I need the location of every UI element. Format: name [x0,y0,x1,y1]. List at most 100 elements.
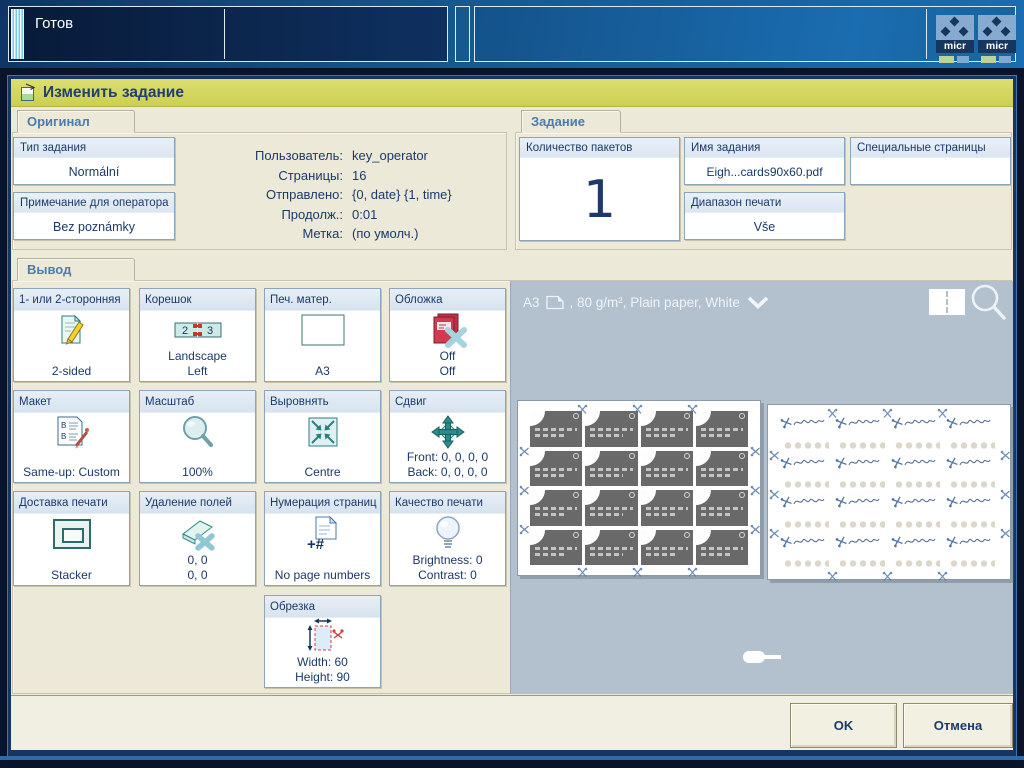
card-back-thumb [891,494,943,530]
status-spacer-box [455,6,470,62]
tile-value: Back: 0, 0, 0, 0 [390,465,505,480]
info-row: Пользователь:key_operator [151,148,503,168]
media-description: , 80 g/m², Plain paper, White [570,295,740,310]
crop-mark [632,402,643,420]
micr-divider [926,9,927,59]
magnifier-glass-icon [969,283,1007,321]
crop-mark [519,444,530,462]
card-front-thumb [696,411,748,447]
tab-original: Оригинал [17,110,135,133]
preview-back-sheet[interactable] [767,404,1011,580]
tile-value: Width: 60 [265,655,380,670]
bulb-icon [390,516,505,551]
crop-mark [519,483,530,501]
tile-label: Печ. матер. [265,289,380,311]
tile-cover[interactable]: ОбложкаOffOff [389,288,506,382]
tile-trim[interactable]: ОбрезкаWidth: 60Height: 90 [264,595,381,688]
card-front-thumb [585,490,637,526]
card-back-thumb [891,455,943,491]
media-selector[interactable]: A3 , 80 g/m², Plain paper, White [523,291,776,313]
tile-align[interactable]: Выровнять Centre [264,390,381,483]
micr-indicator: micr [978,15,1016,64]
micr-level-bars [936,56,974,64]
crop-mark [577,565,588,583]
zoom-preview-button[interactable] [969,283,1007,321]
chevron-down-icon [746,296,770,309]
tile-binding[interactable]: Корешок23LandscapeLeft [139,288,256,382]
margin-erase-icon [140,516,255,551]
card-front-thumb [696,451,748,487]
tile-layout[interactable]: МакетBBSame-up: Custom [13,390,130,483]
info-row: Страницы:16 [151,168,503,188]
svg-text:B: B [61,421,66,430]
card-front-thumb [641,411,693,447]
tile-value: 0, 0 [140,553,255,568]
tile-shift[interactable]: Сдвиг Front: 0, 0, 0, 0Back: 0, 0, 0, 0 [389,390,506,483]
svg-text:B: B [61,432,66,441]
tile-value: Brightness: 0 [390,553,505,568]
card-back-thumb [946,494,998,530]
tile-media[interactable]: Печ. матер.A3 [264,288,381,382]
layout-icon: BB [14,415,129,448]
crop-mark [1000,526,1011,544]
card-back-thumb [780,534,832,570]
crop-mark [750,522,761,540]
printer-status-text: Готов [35,15,73,32]
info-value: 16 [352,168,366,188]
print-range-button[interactable]: Диапазон печати Vše [684,192,845,240]
card-back-thumb [835,494,887,530]
bottom-accent-strip [0,756,1024,760]
card-front-thumb [585,530,637,566]
card-front-thumb [585,451,637,487]
spread-view-icon[interactable] [929,289,965,315]
tile-label: Сдвиг [390,391,505,413]
tile-sides[interactable]: 1- или 2-сторонняя2-sided [13,288,130,382]
tile-label: Обрезка [265,596,380,618]
copies-button[interactable]: Количество пакетов 1 [519,137,680,241]
card-front-thumb [530,411,582,447]
tile-value: Front: 0, 0, 0, 0 [390,450,505,465]
tile-delivery[interactable]: Доставка печатиStacker [13,491,130,586]
job-name-button[interactable]: Имя задания Eigh...cards90x60.pdf [684,137,845,185]
crop-mark [769,487,780,505]
info-value: (по умолч.) [352,226,418,246]
info-label: Метка: [151,226,343,246]
crop-mark [937,406,948,424]
dialog-footer: OK Отмена [11,695,1013,750]
tile-value: 0, 0 [140,568,255,583]
card-front-thumb [585,411,637,447]
ok-button[interactable]: OK [790,703,897,748]
info-label: Отправлено: [151,187,343,207]
card-back-thumb [780,415,832,451]
cancel-button[interactable]: Отмена [903,703,1013,748]
job-info-list: Пользователь:key_operatorСтраницы:16Отпр… [151,148,503,246]
preview-front-sheet[interactable] [517,400,761,576]
status-right-box: micrmicr [474,6,1016,62]
tile-value: Centre [265,465,380,480]
info-row: Метка: (по умолч.) [151,226,503,246]
crop-mark [769,448,780,466]
tile-label: Обложка [390,289,505,311]
svg-text:+#: +# [307,536,325,552]
tile-margin-erase[interactable]: Удаление полей0, 00, 0 [139,491,256,586]
crop-mark [687,565,698,583]
info-row: Отправлено:{0, date} {1, time} [151,187,503,207]
tile-value: Off [390,349,505,364]
tile-print-quality[interactable]: Качество печатиBrightness: 0Contrast: 0 [389,491,506,586]
card-front-thumb [530,530,582,566]
tile-label: Выровнять [265,391,380,413]
card-back-thumb [946,455,998,491]
micr-toner-icon [978,15,1016,40]
tile-scale[interactable]: Масштаб100% [139,390,256,483]
tile-value: 100% [140,465,255,480]
info-value: key_operator [352,148,428,168]
screen: Готов micrmicr Изменить задание Оригинал [0,0,1024,768]
tile-label: 1- или 2-сторонняя [14,289,129,311]
card-back-thumb [946,534,998,570]
info-value: 0:01 [352,207,377,227]
card-back-thumb [946,415,998,451]
special-pages-button[interactable]: Специальные страницы [850,137,1011,185]
tile-page-numbers[interactable]: Нумерация страниц+#No page numbers [264,491,381,586]
crop-mark [937,569,948,587]
tile-value: Same-up: Custom [14,465,129,480]
